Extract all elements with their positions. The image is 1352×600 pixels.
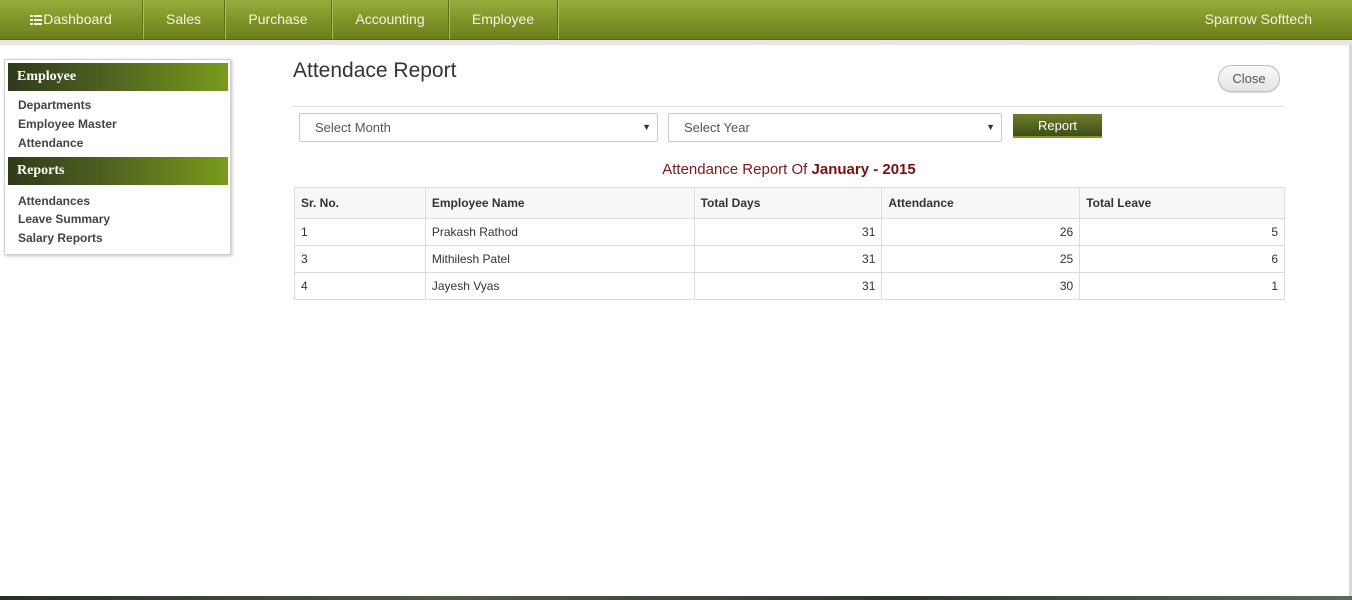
cell-sr-no: 1 <box>294 218 426 246</box>
column-header: Employee Name <box>424 187 695 219</box>
column-header: Attendance <box>881 187 1081 219</box>
page-title: Attendace Report <box>293 59 457 82</box>
month-select-value: Select Month <box>315 120 391 135</box>
cell-sr-no: 3 <box>294 245 426 273</box>
sidebar-heading-reports: Reports <box>8 157 228 185</box>
month-select[interactable]: Select Month ▼ <box>299 113 658 142</box>
nav-item-label: Dashboard <box>43 11 112 27</box>
sidebar-link-employee-master[interactable]: Employee Master <box>18 117 117 131</box>
table-row: 3 Mithilesh Patel 31 25 6 <box>294 245 1285 273</box>
report-heading-prefix: Attendance Report Of <box>662 161 808 178</box>
cell-total-leave: 5 <box>1079 218 1285 246</box>
nav-item-label: Accounting <box>355 11 425 27</box>
caret-down-icon: ▼ <box>642 122 651 132</box>
cell-employee-name: Prakash Rathod <box>424 218 695 246</box>
brand-name[interactable]: Sparrow Softtech <box>1205 0 1312 39</box>
grid-icon <box>30 15 43 25</box>
sidebar-link-salary-reports[interactable]: Salary Reports <box>18 231 103 245</box>
cell-employee-name: Jayesh Vyas <box>424 272 695 300</box>
table-row: 1 Prakash Rathod 31 26 5 <box>294 218 1285 246</box>
title-divider <box>293 106 1285 107</box>
top-nav-bar: Dashboard Sales Purchase Accounting Empl… <box>0 0 1352 40</box>
table-header-row: Sr. No. Employee Name Total Days Attenda… <box>294 187 1285 219</box>
report-button[interactable]: Report <box>1013 114 1102 138</box>
sidebar-link-leave-summary[interactable]: Leave Summary <box>18 212 110 226</box>
report-heading: Attendance Report Of January - 2015 <box>293 161 1285 178</box>
sidebar: Employee Departments Employee Master Att… <box>4 59 231 255</box>
nav-item-label: Purchase <box>248 11 308 27</box>
sidebar-link-attendances[interactable]: Attendances <box>18 194 90 208</box>
sidebar-heading-employee: Employee <box>8 63 228 91</box>
nav-item-label: Sales <box>165 11 202 27</box>
cell-total-leave: 1 <box>1079 272 1285 300</box>
nav-item-employee[interactable]: Employee <box>449 0 558 39</box>
cell-total-days: 31 <box>693 272 883 300</box>
report-heading-period: January - 2015 <box>811 161 916 178</box>
caret-down-icon: ▼ <box>986 122 995 132</box>
sidebar-link-departments[interactable]: Departments <box>18 98 91 112</box>
sidebar-link-attendance[interactable]: Attendance <box>18 136 83 150</box>
cell-total-leave: 6 <box>1079 245 1285 273</box>
nav-item-sales[interactable]: Sales <box>143 0 225 39</box>
nav-item-dashboard[interactable]: Dashboard <box>0 0 143 39</box>
cell-employee-name: Mithilesh Patel <box>424 245 695 273</box>
nav-item-purchase[interactable]: Purchase <box>225 0 332 39</box>
column-header: Sr. No. <box>294 187 426 219</box>
attendance-table: Sr. No. Employee Name Total Days Attenda… <box>294 187 1285 300</box>
year-select[interactable]: Select Year ▼ <box>668 113 1002 142</box>
nav-subbar <box>0 40 1352 45</box>
cell-attendance: 30 <box>881 272 1081 300</box>
cell-attendance: 25 <box>881 245 1081 273</box>
cell-total-days: 31 <box>693 245 883 273</box>
cell-total-days: 31 <box>693 218 883 246</box>
column-header: Total Leave <box>1079 187 1285 219</box>
nav-item-accounting[interactable]: Accounting <box>332 0 449 39</box>
desktop-background-strip <box>0 596 1352 600</box>
column-header: Total Days <box>693 187 883 219</box>
cell-attendance: 26 <box>881 218 1081 246</box>
table-row: 4 Jayesh Vyas 31 30 1 <box>294 272 1285 300</box>
nav-item-label: Employee <box>471 11 535 27</box>
year-select-value: Select Year <box>684 120 750 135</box>
close-button[interactable]: Close <box>1218 65 1280 92</box>
cell-sr-no: 4 <box>294 272 426 300</box>
